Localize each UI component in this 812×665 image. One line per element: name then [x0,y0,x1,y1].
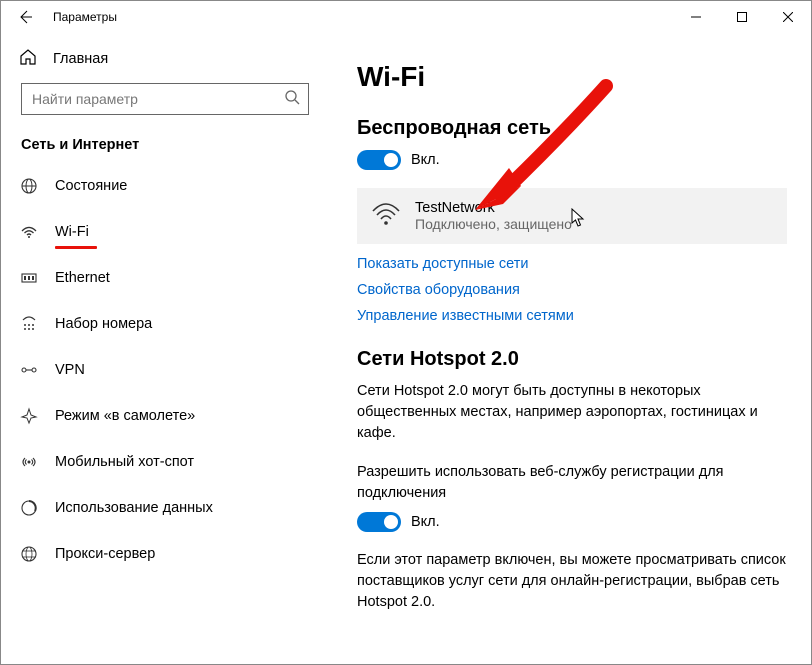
minimize-button[interactable] [673,1,719,33]
nav-home[interactable]: Главная [1,39,329,79]
close-button[interactable] [765,1,811,33]
nav-item-label: Состояние [55,178,127,194]
nav-category-title: Сеть и Интернет [1,127,329,163]
airplane-icon [19,407,39,425]
hotspot-toggle[interactable] [357,512,401,532]
wifi-icon [19,223,39,241]
hotspot-heading: Сети Hotspot 2.0 [357,348,787,371]
nav-item-vpn[interactable]: VPN [1,347,329,393]
nav-item-airplane[interactable]: Режим «в самолете» [1,393,329,439]
dialup-icon [19,315,39,333]
search-input-wrap[interactable] [21,83,309,115]
nav-item-wifi[interactable]: Wi-Fi [1,209,329,255]
link-show-networks[interactable]: Показать доступные сети [357,256,787,272]
nav-item-label: VPN [55,362,85,378]
back-button[interactable] [1,1,49,33]
maximize-icon [737,12,747,22]
hotspot-description: Сети Hotspot 2.0 могут быть доступны в н… [357,381,787,444]
main-content: Wi-Fi Беспроводная сеть Вкл. TestNetwork… [329,33,811,664]
close-icon [783,12,793,22]
wifi-toggle-label: Вкл. [411,152,440,168]
nav-item-label: Использование данных [55,500,213,516]
proxy-icon [19,545,39,563]
data-usage-icon [19,499,39,517]
hotspot-toggle-label: Вкл. [411,514,440,530]
search-input[interactable] [30,90,284,108]
selected-underline [55,246,97,249]
nav-item-status[interactable]: Состояние [1,163,329,209]
window-title: Параметры [49,10,117,24]
nav-item-label: Wi-Fi [55,224,89,240]
hotspot-note: Если этот параметр включен, вы можете пр… [357,550,787,613]
maximize-button[interactable] [719,1,765,33]
wireless-heading: Беспроводная сеть [357,117,787,140]
nav-item-dialup[interactable]: Набор номера [1,301,329,347]
hotspot-allow-label: Разрешить использовать веб-службу регист… [357,462,787,504]
hotspot-icon [19,453,39,471]
wifi-toggle[interactable] [357,150,401,170]
home-icon [19,48,37,71]
nav-home-label: Главная [53,51,108,67]
minimize-icon [691,12,701,22]
nav-item-label: Ethernet [55,270,110,286]
arrow-left-icon [17,9,33,25]
nav-item-hotspot[interactable]: Мобильный хот-спот [1,439,329,485]
vpn-icon [19,361,39,379]
link-hardware-props[interactable]: Свойства оборудования [357,282,787,298]
wifi-signal-icon [371,201,401,232]
nav-item-label: Режим «в самолете» [55,408,195,424]
network-name: TestNetwork [415,200,572,216]
link-manage-networks[interactable]: Управление известными сетями [357,308,787,324]
nav-item-ethernet[interactable]: Ethernet [1,255,329,301]
globe-icon [19,177,39,195]
nav-item-label: Прокси-сервер [55,546,155,562]
page-title: Wi-Fi [357,61,787,93]
search-icon [284,89,300,110]
titlebar: Параметры [1,1,811,33]
nav-item-proxy[interactable]: Прокси-сервер [1,531,329,577]
ethernet-icon [19,269,39,287]
nav-item-label: Мобильный хот-спот [55,454,194,470]
current-network-card[interactable]: TestNetwork Подключено, защищено [357,188,787,244]
sidebar: Главная Сеть и Интернет Состояние [1,33,329,664]
network-status: Подключено, защищено [415,216,572,232]
nav-item-datausage[interactable]: Использование данных [1,485,329,531]
nav-item-label: Набор номера [55,316,152,332]
